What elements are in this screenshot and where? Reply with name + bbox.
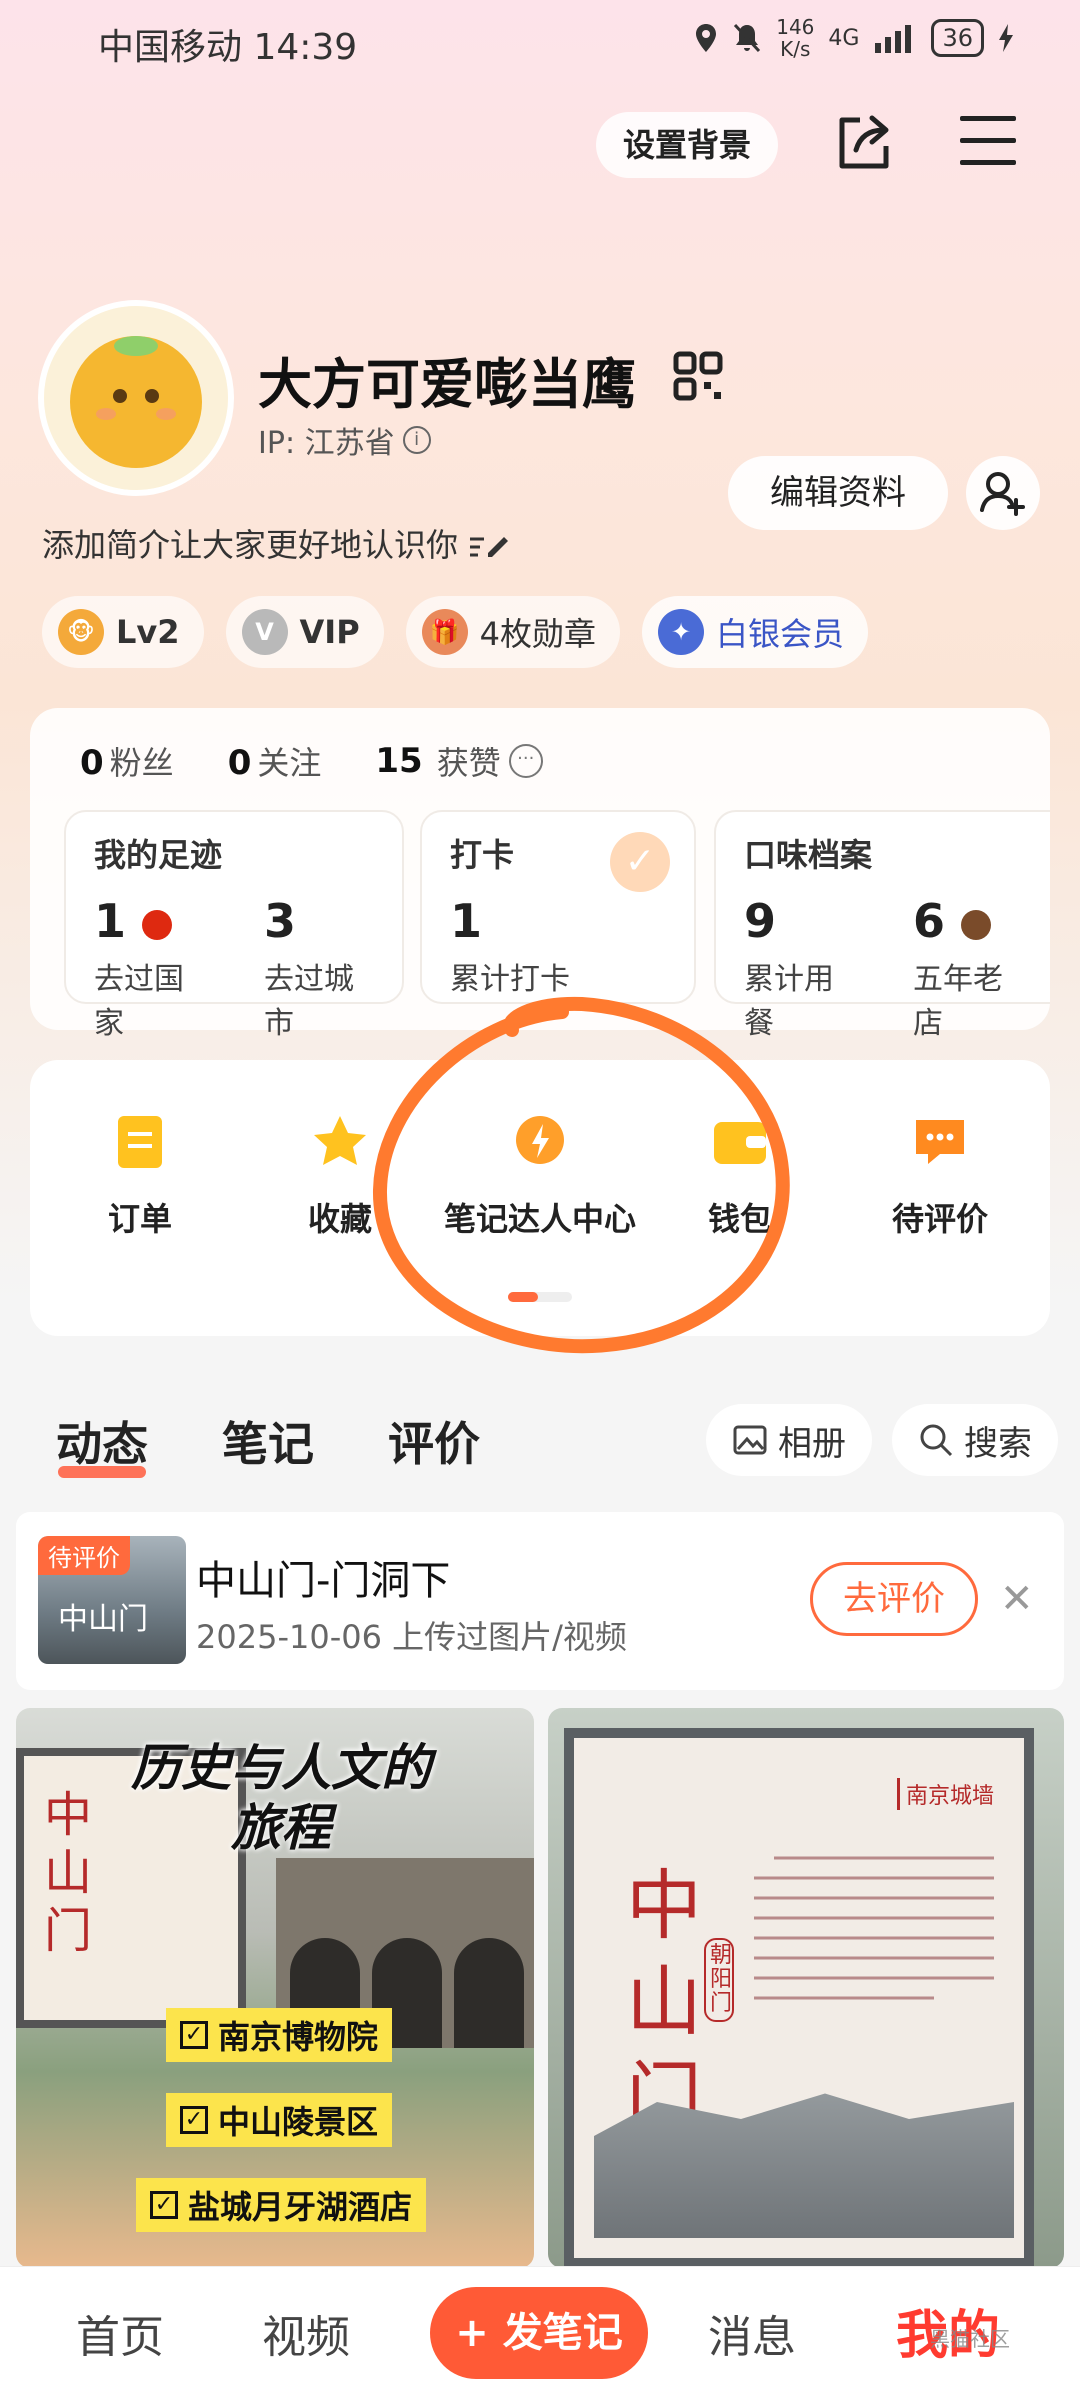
go-review-button[interactable]: 去评价 (810, 1562, 978, 1636)
watermark: 黑猫社区 (930, 2327, 1010, 2351)
qr-code-icon[interactable] (672, 350, 724, 402)
meals-value: 9 (744, 894, 777, 948)
nav-video[interactable]: 视频 (262, 2301, 350, 2365)
medal-badge[interactable]: 🎁 4枚勋章 (405, 596, 621, 668)
menu-icon[interactable] (958, 112, 1020, 170)
more-dots-icon[interactable]: ··· (508, 744, 543, 778)
check-item-2: ✓ 中山陵景区 (166, 2093, 393, 2147)
photo-info-board: 南京城墙 中山门 朝阳门 (564, 1728, 1034, 2268)
feed-photo-right[interactable]: 南京城墙 中山门 朝阳门 (548, 1708, 1064, 2268)
level-badge[interactable]: 🐵 Lv2 (42, 596, 204, 668)
charging-icon (999, 24, 1013, 52)
stats-card: 0 粉丝 0 关注 15 获赞 ··· 我的足迹 1 去过国家 3 去过城市 打卡 ✓ … (30, 708, 1050, 1041)
tab-notes[interactable]: 笔记 (222, 1408, 314, 1474)
review-thumbnail: 待评价 中山门 (38, 1536, 186, 1664)
location-icon (696, 24, 717, 52)
badge-row: 🐵 Lv2 V VIP 🎁 4枚勋章 ✦ 白银会员 (42, 596, 869, 668)
years-value: 6 (913, 894, 1022, 948)
medal-icon: 🎁 (421, 609, 468, 655)
checkbox-icon: ✓ (180, 2021, 208, 2049)
food-thumb-icon (961, 909, 992, 940)
avatar-image (44, 306, 228, 490)
board-logo: 南京城墙 (896, 1778, 994, 1810)
share-icon[interactable] (832, 110, 896, 174)
taste-title: 口味档案 (744, 836, 873, 874)
stats-row: 0 粉丝 0 关注 15 获赞 ··· (80, 738, 543, 784)
search-icon (920, 1424, 953, 1457)
avatar[interactable] (38, 300, 234, 496)
years-label: 五年老店 (913, 962, 1003, 1041)
add-friend-button[interactable] (966, 456, 1040, 530)
bio-text: 添加简介让大家更好地认识你 (42, 526, 459, 564)
status-bar: 中国移动 14:39 146 K/s 4G 36 (0, 0, 1080, 80)
checkin-value: 1 (450, 894, 483, 948)
nav-home[interactable]: 首页 (76, 2301, 164, 2365)
image-icon (733, 1425, 767, 1455)
ip-location: IP: 江苏省 i (258, 418, 431, 462)
network-type: 4G (828, 25, 860, 51)
status-icons: 146 K/s 4G 36 (694, 16, 1014, 60)
photo-title: 历史与人文的旅程 (131, 1738, 431, 1857)
post-note-button[interactable]: + 发笔记 (430, 2287, 648, 2379)
quick-item-pending-review[interactable]: 待评价 (840, 1112, 1040, 1240)
network-speed: 146 K/s (776, 15, 815, 61)
nickname: 大方可爱嘭当鹰 (258, 353, 636, 416)
check-decoration-icon: ✓ (610, 832, 670, 892)
mute-bell-icon (734, 23, 761, 53)
countries-label: 去过国家 (94, 962, 184, 1041)
board-text: 中山门 (44, 1787, 93, 1959)
board-paragraph (754, 1848, 1004, 2026)
highlight-circle-annotation (372, 996, 790, 1354)
carrier-time: 中国移动 14:39 (98, 27, 358, 68)
signal-icon (875, 25, 912, 53)
search-button[interactable]: 搜索 (892, 1404, 1058, 1476)
bottom-nav: 首页 视频 + 发笔记 消息 我的 黑猫社区 (0, 2266, 1080, 2400)
comment-icon (916, 1120, 964, 1164)
board-subtitle: 朝阳门 (704, 1938, 734, 2022)
feed-photo-left[interactable]: 中山门 历史与人文的旅程 ✓ 南京博物院 ✓ 中山陵景区 ✓ 盐城月牙湖酒店 (16, 1708, 534, 2268)
taste-card[interactable]: 口味档案 9 累计用餐 6 五年老店 (714, 810, 1050, 1041)
set-background-button[interactable]: 设置背景 (596, 112, 778, 178)
vip-icon: V (241, 609, 288, 655)
content-tabs: 动态 笔记 评价 (56, 1408, 480, 1478)
checkbox-icon: ✓ (150, 2191, 178, 2219)
add-user-icon (980, 472, 1025, 516)
likes-stat[interactable]: 15 获赞 ··· (375, 738, 543, 784)
review-title: 中山门-门洞下 (196, 1558, 451, 1604)
info-icon[interactable]: i (402, 426, 431, 454)
nav-messages[interactable]: 消息 (708, 2301, 796, 2365)
fans-stat[interactable]: 0 粉丝 (80, 738, 174, 784)
following-stat[interactable]: 0 关注 (228, 738, 322, 784)
checkin-card[interactable]: 打卡 ✓ 1 累计打卡 (420, 810, 696, 1004)
order-icon (118, 1116, 162, 1168)
edit-profile-button[interactable]: 编辑资料 (728, 456, 948, 530)
level-icon: 🐵 (58, 609, 104, 655)
thumbnail-text: 中山门 (58, 1602, 148, 1637)
tab-dynamics[interactable]: 动态 (56, 1408, 148, 1478)
check-item-1: ✓ 南京博物院 (166, 2008, 393, 2062)
silver-member-badge[interactable]: ✦ 白银会员 (642, 596, 869, 668)
pending-review-card[interactable]: 待评价 中山门 中山门-门洞下 2025-10-06 上传过图片/视频 去评价 … (16, 1512, 1064, 1690)
silver-member-icon: ✦ (658, 609, 705, 655)
board-title: 中山门 (626, 1861, 702, 2142)
ip-text: IP: 江苏省 (258, 426, 395, 461)
quick-item-order[interactable]: 订单 (40, 1112, 240, 1240)
footprint-title: 我的足迹 (94, 836, 223, 874)
tab-reviews[interactable]: 评价 (388, 1408, 480, 1474)
cities-value: 3 (264, 894, 297, 948)
review-subtitle: 2025-10-06 上传过图片/视频 (196, 1618, 627, 1656)
china-flag-icon (142, 909, 173, 940)
footprint-card[interactable]: 我的足迹 1 去过国家 3 去过城市 (64, 810, 404, 1041)
album-button[interactable]: 相册 (706, 1404, 872, 1476)
vip-badge[interactable]: V VIP (225, 596, 384, 668)
close-icon[interactable]: ✕ (1000, 1576, 1034, 1622)
battery-level: 36 (931, 19, 984, 57)
pending-review-tag: 待评价 (38, 1536, 130, 1575)
check-item-3: ✓ 盐城月牙湖酒店 (136, 2178, 427, 2232)
checkbox-icon: ✓ (180, 2106, 208, 2134)
countries-value: 1 (94, 894, 204, 948)
bio[interactable]: 添加简介让大家更好地认识你 (42, 520, 509, 566)
edit-pencil-icon (470, 537, 509, 557)
